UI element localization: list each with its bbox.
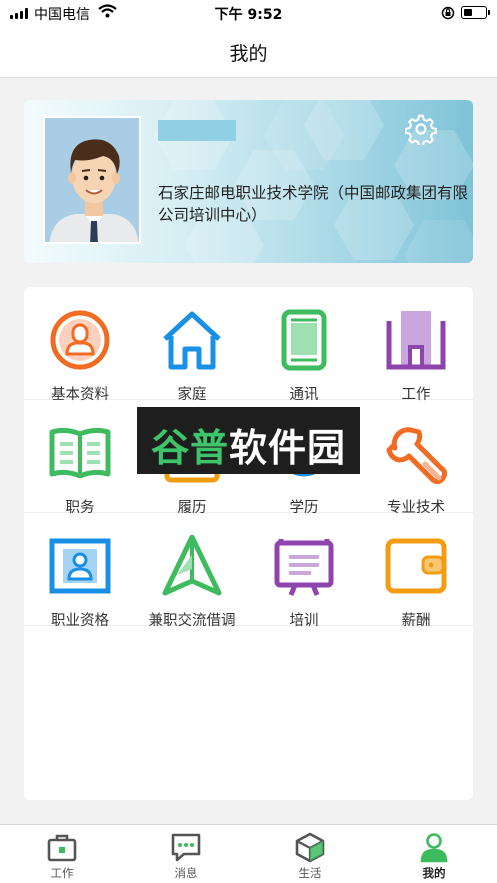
battery-icon bbox=[461, 6, 490, 19]
menu-item-position[interactable]: 职务 bbox=[24, 400, 136, 516]
tab-label: 消息 bbox=[174, 866, 198, 880]
presentation-board-icon bbox=[274, 539, 334, 596]
building-icon bbox=[386, 311, 446, 370]
avatar[interactable] bbox=[43, 116, 141, 244]
status-time: 下午 9:52 bbox=[214, 7, 283, 23]
user-name bbox=[158, 120, 236, 141]
chat-bubble-icon bbox=[171, 833, 201, 862]
menu-item-salary[interactable]: 薪酬 bbox=[360, 513, 472, 629]
status-bar: 中国电信 下午 9:52 bbox=[0, 0, 497, 26]
menu-item-basic-info[interactable]: 基本资料 bbox=[24, 287, 136, 403]
home-icon bbox=[163, 311, 221, 370]
menu-label: 兼职交流借调 bbox=[148, 613, 236, 629]
menu-item-part-time-exchange[interactable]: 兼职交流借调 bbox=[136, 513, 248, 629]
tab-messages[interactable]: 消息 bbox=[124, 825, 248, 883]
person-icon bbox=[420, 833, 448, 863]
organization-name: 石家庄邮电职业技术学院（中国邮政集团有限公司培训中心） bbox=[158, 184, 469, 224]
tab-label: 生活 bbox=[298, 866, 322, 880]
menu-row: 职业资格 兼职交流借调 培训 薪酬 bbox=[24, 513, 473, 629]
gear-icon[interactable] bbox=[405, 113, 437, 145]
menu-label: 薪酬 bbox=[401, 613, 431, 629]
menu-item-work[interactable]: 工作 bbox=[360, 287, 472, 403]
watermark-text-white: 软件园 bbox=[229, 426, 347, 470]
user-circle-icon bbox=[50, 310, 110, 370]
wallet-icon bbox=[385, 538, 447, 594]
profile-card[interactable]: 石家庄邮电职业技术学院（中国邮政集团有限公司培训中心） bbox=[24, 100, 473, 263]
briefcase-icon bbox=[47, 834, 77, 862]
tab-bar: 工作 消息 生活 我的 bbox=[0, 824, 497, 883]
tab-life[interactable]: 生活 bbox=[248, 825, 372, 883]
orientation-lock-icon bbox=[441, 6, 455, 20]
menu-item-contact[interactable]: 通讯 bbox=[248, 287, 360, 403]
phone-icon bbox=[281, 309, 327, 371]
book-icon bbox=[49, 427, 111, 479]
tab-work[interactable]: 工作 bbox=[0, 825, 124, 883]
tab-label: 工作 bbox=[50, 866, 74, 880]
tab-mine[interactable]: 我的 bbox=[372, 825, 496, 883]
menu-item-vocational-qualification[interactable]: 职业资格 bbox=[24, 513, 136, 629]
menu-row: 基本资料 家庭 通讯 工作 bbox=[24, 287, 473, 403]
watermark-banner: 谷普软件园 bbox=[137, 407, 360, 474]
id-card-icon bbox=[49, 538, 111, 594]
page-title: 我的 bbox=[229, 43, 268, 65]
watermark-text-green: 谷普 bbox=[150, 426, 229, 470]
wrench-icon bbox=[386, 427, 447, 484]
header: 我的 bbox=[0, 26, 497, 78]
menu-item-training[interactable]: 培训 bbox=[248, 513, 360, 629]
menu-label: 培训 bbox=[289, 613, 319, 629]
watermark-text: 谷普软件园 bbox=[137, 417, 360, 472]
tab-label: 我的 bbox=[422, 866, 446, 880]
menu-panel: 基本资料 家庭 通讯 工作 职务 履历 学历 专业技术 职业资格 兼职交流借调 … bbox=[24, 287, 473, 800]
paper-plane-icon bbox=[162, 535, 222, 596]
menu-item-family[interactable]: 家庭 bbox=[136, 287, 248, 403]
menu-item-professional-skills[interactable]: 专业技术 bbox=[360, 400, 472, 516]
cube-icon bbox=[295, 832, 325, 863]
menu-label: 职业资格 bbox=[51, 613, 109, 629]
